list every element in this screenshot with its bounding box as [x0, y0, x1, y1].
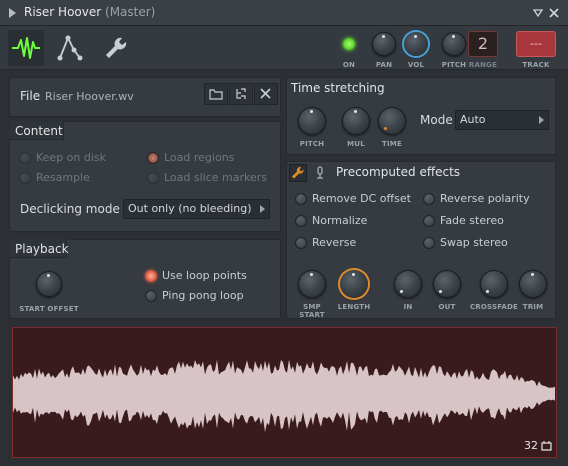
load-regions-radio[interactable] [147, 152, 159, 164]
on-led-toggle[interactable] [343, 38, 355, 50]
smp-start-label: SMP START [299, 303, 325, 319]
ts-pitch-label: PITCH [299, 140, 325, 148]
swap-stereo-label: Swap stereo [440, 236, 508, 249]
folder-icon [209, 89, 223, 100]
wrench-icon [292, 166, 304, 179]
mode-value: Auto [460, 113, 486, 126]
resample-label: Resample [36, 171, 90, 184]
title-bar: Riser Hoover (Master) [0, 0, 568, 26]
wrench-button[interactable] [289, 164, 307, 182]
declicking-mode-label: Declicking mode [20, 202, 120, 216]
mic-icon [315, 166, 325, 183]
envelope-tab[interactable] [52, 30, 88, 66]
reverse-label: Reverse [312, 236, 357, 249]
smp-start-knob[interactable] [298, 270, 326, 298]
menu-triangle-icon[interactable] [9, 8, 16, 18]
pan-label: PAN [375, 61, 393, 69]
remove-dc-offset-radio[interactable] [295, 193, 307, 205]
ping-pong-loop-label: Ping pong loop [162, 289, 244, 302]
file-label: File [20, 89, 41, 103]
use-loop-points-label: Use loop points [162, 269, 247, 282]
load-slice-markers-label: Load slice markers [164, 171, 268, 184]
crossfade-label: CROSSFADE [469, 303, 519, 311]
content-title: Content [15, 124, 63, 138]
start-offset-label: START OFFSET [19, 305, 79, 313]
playback-title: Playback [15, 242, 69, 256]
normalize-radio[interactable] [295, 215, 307, 227]
reverse-radio[interactable] [295, 237, 307, 249]
use-loop-points-radio[interactable] [145, 270, 157, 282]
open-file-button[interactable] [204, 83, 228, 105]
ts-pitch-knob[interactable] [298, 107, 326, 135]
length-label: LENGTH [337, 303, 371, 311]
link-file-button[interactable] [229, 83, 253, 105]
clear-file-button[interactable] [254, 83, 278, 105]
sample-tab[interactable] [8, 30, 44, 66]
reverse-polarity-radio[interactable] [423, 193, 435, 205]
in-label: IN [403, 303, 413, 311]
envelope-icon [57, 35, 83, 61]
waveform-icon [12, 37, 40, 59]
mode-dropdown[interactable]: Auto [455, 110, 549, 130]
start-offset-knob[interactable] [36, 271, 62, 297]
on-label: ON [342, 61, 356, 69]
resample-radio[interactable] [19, 172, 31, 184]
window-title-text: Riser Hoover [24, 5, 102, 19]
dropdown-arrow-icon [260, 205, 265, 213]
waveform-graphic [13, 359, 555, 432]
waveform-path [13, 359, 555, 432]
in-knob[interactable] [394, 270, 422, 298]
pan-knob[interactable] [372, 32, 396, 56]
keep-on-disk-radio[interactable] [19, 152, 31, 164]
pitch-knob[interactable] [442, 32, 466, 56]
out-label: OUT [438, 303, 456, 311]
ping-pong-loop-radio[interactable] [145, 290, 157, 302]
range-label: RANGE [468, 61, 498, 69]
vol-label: VOL [407, 61, 425, 69]
tools-tab[interactable] [98, 30, 134, 66]
fade-stereo-label: Fade stereo [440, 214, 504, 227]
out-knob[interactable] [433, 270, 461, 298]
remove-dc-offset-label: Remove DC offset [312, 192, 411, 205]
ts-mul-knob[interactable] [342, 107, 370, 135]
load-slice-markers-radio[interactable] [147, 172, 159, 184]
time-stretching-title: Time stretching [291, 81, 385, 95]
ts-time-knob[interactable] [378, 107, 406, 135]
load-regions-label: Load regions [164, 151, 235, 164]
volume-knob[interactable] [404, 32, 428, 56]
waveform-display[interactable]: 32 [12, 327, 557, 458]
crop-icon[interactable] [541, 440, 552, 454]
close-icon[interactable] [544, 3, 564, 23]
ts-mul-label: MUL [347, 140, 365, 148]
wrench-icon [106, 37, 127, 58]
dropdown-arrow-icon [539, 116, 544, 124]
crossfade-knob[interactable] [480, 270, 508, 298]
file-name: Riser Hoover.wv [45, 90, 134, 103]
precomputed-effects-title: Precomputed effects [336, 165, 461, 179]
length-knob[interactable] [340, 270, 368, 298]
ts-time-label: TIME [382, 140, 402, 148]
keep-on-disk-label: Keep on disk [36, 151, 107, 164]
reverse-polarity-label: Reverse polarity [440, 192, 530, 205]
normalize-label: Normalize [312, 214, 368, 227]
declicking-mode-value: Out only (no bleeding) [128, 202, 252, 215]
mode-label: Mode [420, 113, 453, 127]
swap-stereo-radio[interactable] [423, 237, 435, 249]
close-icon [260, 88, 271, 99]
trim-label: TRIM [522, 303, 544, 311]
window-subtitle: (Master) [105, 5, 156, 19]
declicking-mode-dropdown[interactable]: Out only (no bleeding) [123, 199, 270, 219]
track-label: TRACK [522, 61, 550, 69]
zoom-value: 32 [524, 439, 538, 452]
trim-knob[interactable] [519, 270, 547, 298]
fade-stereo-radio[interactable] [423, 215, 435, 227]
range-value[interactable]: 2 [468, 31, 498, 57]
link-icon [236, 88, 246, 99]
track-selector[interactable]: --- [516, 31, 556, 57]
window-title: Riser Hoover (Master) [24, 5, 155, 19]
